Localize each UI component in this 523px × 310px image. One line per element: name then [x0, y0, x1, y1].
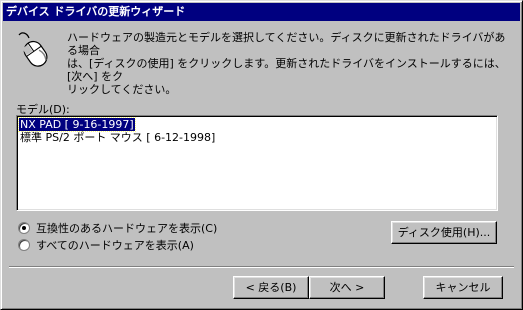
show-all-option[interactable]: すべてのハードウェアを表示(A) [18, 238, 194, 252]
show-compatible-option[interactable]: 互換性のあるハードウェアを表示(C) [18, 221, 217, 235]
show-all-radio[interactable] [18, 239, 30, 251]
model-list-item-standard-ps2-mouse[interactable]: 標準 PS/2 ポート マウス [ 6-12-1998] [19, 131, 216, 144]
instructions-text: ハードウェアの製造元とモデルを選択してください。ディスクに更新されたドライバがあ… [67, 31, 507, 96]
next-button[interactable]: 次へ > [309, 276, 385, 299]
have-disk-button[interactable]: ディスク使用(H)... [391, 221, 497, 244]
driver-update-wizard-dialog: デバイス ドライバの更新ウィザード ハードウェアの製造元とモデルを選択してくださ… [0, 0, 523, 310]
instructions-line: ハードウェアの製造元とモデルを選択してください。ディスクに更新されたドライバがあ… [67, 31, 506, 57]
back-button[interactable]: < 戻る(B) [233, 276, 309, 299]
show-compatible-label: 互換性のあるハードウェアを表示(C) [36, 222, 218, 235]
mouse-icon [13, 29, 53, 69]
instructions-line: リックしてください。 [67, 83, 177, 96]
show-all-label: すべてのハードウェアを表示(A) [36, 239, 194, 252]
show-compatible-radio[interactable] [18, 222, 30, 234]
window-title: デバイス ドライバの更新ウィザード [3, 3, 520, 21]
separator [9, 266, 514, 268]
cancel-button[interactable]: キャンセル [423, 276, 503, 299]
instructions-line: は、[ディスクの使用] をクリックします。更新されたドライバをインストールするに… [67, 57, 506, 83]
model-list-item-nx-pad[interactable]: NX PAD [ 9-16-1997] [18, 117, 136, 132]
model-list[interactable]: NX PAD [ 9-16-1997] 標準 PS/2 ポート マウス [ 6-… [16, 115, 498, 211]
